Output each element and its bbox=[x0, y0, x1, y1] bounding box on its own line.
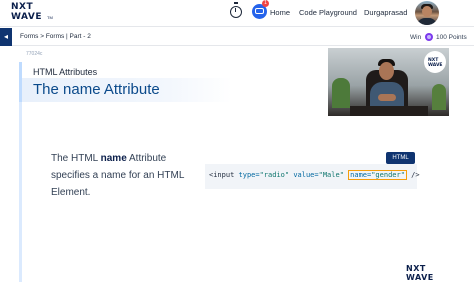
desc-text-bold: name bbox=[100, 153, 127, 164]
footer-logo: NXT WAVE bbox=[406, 264, 434, 282]
code-attr-name: name= bbox=[350, 171, 372, 179]
nav-code-playground-link[interactable]: Code Playground bbox=[299, 8, 357, 17]
desc-text-pre: The HTML bbox=[51, 153, 101, 164]
code-val-value: "Male" bbox=[318, 171, 344, 179]
footer-logo-line-1: NXT bbox=[406, 264, 426, 273]
code-language-tag: HTML bbox=[386, 152, 415, 164]
code-attr-type: type= bbox=[238, 171, 260, 179]
notification-badge: 1 bbox=[262, 0, 269, 7]
logo-line-1: NXT bbox=[11, 2, 34, 12]
code-val-name: "gender" bbox=[371, 171, 405, 179]
collapse-menu-button[interactable]: ◂ bbox=[0, 28, 12, 46]
logo-trademark: TM bbox=[47, 15, 53, 20]
video-logo: NXT WAVE bbox=[424, 51, 446, 73]
code-highlight-box: name="gender" bbox=[348, 170, 407, 180]
slide-id: 77024c bbox=[26, 51, 43, 57]
points-count: 100 Points bbox=[436, 34, 467, 41]
code-open-tag: <input bbox=[209, 171, 235, 179]
nav-home-link[interactable]: Home bbox=[270, 8, 290, 17]
nxtwave-logo[interactable]: NXT WAVE TM bbox=[11, 2, 53, 24]
win-label: Win bbox=[410, 34, 422, 41]
code-attr-value: value= bbox=[293, 171, 319, 179]
user-name[interactable]: Durgaprasad bbox=[364, 8, 407, 17]
avatar[interactable] bbox=[415, 1, 439, 25]
footer-logo-line-2: WAVE bbox=[406, 273, 434, 282]
slide-title: The name Attribute bbox=[33, 81, 160, 98]
slide-subtitle: HTML Attributes bbox=[33, 67, 98, 77]
breadcrumb[interactable]: Forms > Forms | Part - 2 bbox=[20, 33, 91, 40]
coin-icon bbox=[425, 33, 433, 41]
video-logo-line-2: WAVE bbox=[428, 63, 443, 68]
code-close-tag: /> bbox=[411, 171, 420, 179]
code-val-type: "radio" bbox=[259, 171, 290, 179]
stopwatch-icon[interactable] bbox=[230, 2, 242, 18]
slide-description: The HTML name Attribute specifies a name… bbox=[51, 150, 196, 201]
code-line: <input type="radio" value="Male" name="g… bbox=[209, 170, 420, 180]
